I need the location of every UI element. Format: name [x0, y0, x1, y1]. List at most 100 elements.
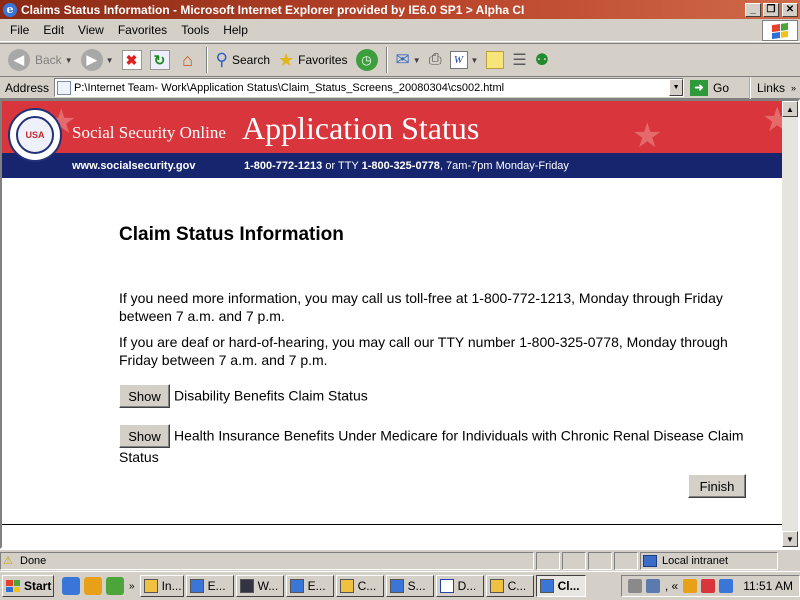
status-panel: [614, 551, 638, 570]
taskbar-item-active[interactable]: Cl...: [535, 575, 586, 597]
show-disability-button[interactable]: Show: [119, 384, 170, 408]
zone-text: Local intranet: [662, 554, 729, 567]
favorites-button[interactable]: ★ Favorites: [274, 46, 352, 74]
internet-explorer-icon: [189, 579, 204, 593]
security-icon[interactable]: [701, 579, 716, 593]
warning-icon: ⚠: [3, 554, 13, 567]
network-icon[interactable]: [627, 579, 642, 593]
tty-prefix: or TTY: [325, 160, 359, 172]
vertical-scrollbar[interactable]: ▲ ▼: [782, 101, 798, 547]
claim-status-item: Show Disability Benefits Claim Status: [119, 384, 744, 408]
menu-favorites[interactable]: Favorites: [111, 23, 174, 37]
notes-button[interactable]: [482, 46, 508, 74]
mail-button[interactable]: ✉ ▼: [392, 46, 425, 74]
chevron-right-icon: »: [790, 83, 796, 93]
contact-line: 1-800-772-1213 or TTY 1-800-325-0778, 7a…: [244, 160, 569, 172]
taskbar-item[interactable]: E...: [185, 575, 234, 597]
tty-paragraph: If you are deaf or hard-of-hearing, you …: [119, 334, 728, 368]
quick-launch: »: [60, 577, 138, 595]
menu-file[interactable]: File: [0, 23, 36, 37]
minimize-button[interactable]: _: [745, 2, 761, 17]
internet-explorer-icon: [539, 579, 554, 593]
clock-icon[interactable]: [84, 577, 102, 595]
back-label: Back: [35, 53, 62, 67]
phone-number: 1-800-772-1213: [244, 160, 323, 172]
refresh-button[interactable]: ↻: [146, 46, 174, 74]
address-dropdown-button[interactable]: ▼: [669, 79, 684, 96]
taskbar-item[interactable]: E...: [285, 575, 334, 597]
clock-icon[interactable]: [683, 579, 698, 593]
ssa-banner: ★ ★ ★ Social Security Online Application…: [2, 101, 785, 178]
taskbar-item[interactable]: S...: [385, 575, 434, 597]
word-icon: W: [449, 51, 468, 69]
taskbar-item-label: In...: [161, 579, 182, 593]
taskbar-item[interactable]: C...: [335, 575, 384, 597]
print-button[interactable]: ⎙: [425, 46, 446, 74]
back-button[interactable]: ◀ Back ▼: [4, 46, 77, 74]
scroll-up-button[interactable]: ▲: [782, 101, 798, 117]
chevron-down-icon: ▼: [470, 55, 479, 65]
browser-viewport: ★ ★ ★ Social Security Online Application…: [0, 99, 800, 549]
links-toolbar[interactable]: Links »: [748, 77, 800, 99]
messenger-button[interactable]: ⚉: [531, 46, 553, 74]
chevron-right-icon[interactable]: »: [129, 581, 135, 592]
go-label: Go: [713, 80, 730, 95]
start-button[interactable]: Start: [2, 575, 54, 597]
research-button[interactable]: ☰: [508, 46, 530, 74]
history-button[interactable]: ◷: [352, 46, 382, 74]
security-zone-panel: Local intranet: [640, 551, 778, 570]
folder-icon: [489, 579, 504, 593]
taskbar-item[interactable]: In...: [139, 575, 184, 597]
status-bar: ⚠ Done Local intranet: [0, 549, 800, 571]
home-button[interactable]: ⌂: [174, 46, 202, 74]
tray-overflow[interactable]: , «: [665, 579, 678, 593]
scroll-down-button[interactable]: ▼: [782, 531, 798, 547]
forward-arrow-icon: ▶: [80, 49, 103, 71]
web-page: ★ ★ ★ Social Security Online Application…: [2, 101, 785, 547]
go-button[interactable]: ➜ Go: [690, 79, 730, 96]
hours-text: , 7am-7pm Monday-Friday: [439, 160, 569, 172]
tty-number: 1-800-325-0778: [361, 160, 440, 172]
stop-button[interactable]: ✖: [118, 46, 146, 74]
windows-logo-icon: [6, 580, 20, 592]
taskbar-item[interactable]: W...: [235, 575, 284, 597]
menu-tools[interactable]: Tools: [174, 23, 216, 37]
status-text-panel: ⚠ Done: [0, 551, 534, 570]
show-medicare-button[interactable]: Show: [119, 424, 170, 448]
status-text: Done: [20, 554, 47, 567]
monitor-icon[interactable]: [645, 579, 660, 593]
word-icon: [439, 579, 454, 593]
clock-time[interactable]: 11:51 AM: [743, 579, 793, 593]
search-button[interactable]: ⚲ Search: [212, 46, 274, 74]
media-player-icon: [239, 579, 254, 593]
menu-view[interactable]: View: [71, 23, 111, 37]
taskbar-item[interactable]: D...: [435, 575, 484, 597]
taskbar-item[interactable]: C...: [485, 575, 534, 597]
address-input[interactable]: [74, 81, 670, 94]
menu-edit[interactable]: Edit: [36, 23, 71, 37]
forward-button[interactable]: ▶ ▼: [77, 46, 118, 74]
seal-center: USA: [16, 116, 54, 154]
site-url-link[interactable]: www.socialsecurity.gov: [72, 160, 196, 172]
research-icon: ☰: [512, 52, 527, 69]
page-title: Claim Status Information: [119, 224, 344, 245]
mail-icon: ✉: [395, 50, 410, 69]
maximize-button[interactable]: ❐: [763, 2, 779, 17]
contact-paragraph: If you need more information, you may ca…: [119, 290, 723, 324]
menu-help[interactable]: Help: [216, 23, 255, 37]
edit-button[interactable]: W ▼: [446, 46, 483, 74]
taskbar-item-label: C...: [357, 579, 377, 593]
toolbar-separator: [205, 47, 208, 73]
windows-logo-icon: [762, 20, 798, 41]
address-bar: Address ▼ ➜ Go Links »: [0, 77, 800, 99]
media-icon[interactable]: [106, 577, 124, 595]
standard-toolbar: ◀ Back ▼ ▶ ▼ ✖ ↻ ⌂ ⚲ Search ★ Favorites …: [0, 43, 800, 77]
finish-button[interactable]: Finish: [688, 474, 746, 498]
window-titlebar: e Claims Status Information - Microsoft …: [0, 0, 800, 19]
close-button[interactable]: ✕: [782, 2, 798, 17]
stop-icon: ✖: [121, 50, 142, 70]
internet-explorer-icon[interactable]: [62, 577, 80, 595]
address-field[interactable]: ▼: [54, 78, 685, 97]
taskbar-item-label: W...: [257, 579, 279, 593]
app-icon[interactable]: [719, 579, 734, 593]
